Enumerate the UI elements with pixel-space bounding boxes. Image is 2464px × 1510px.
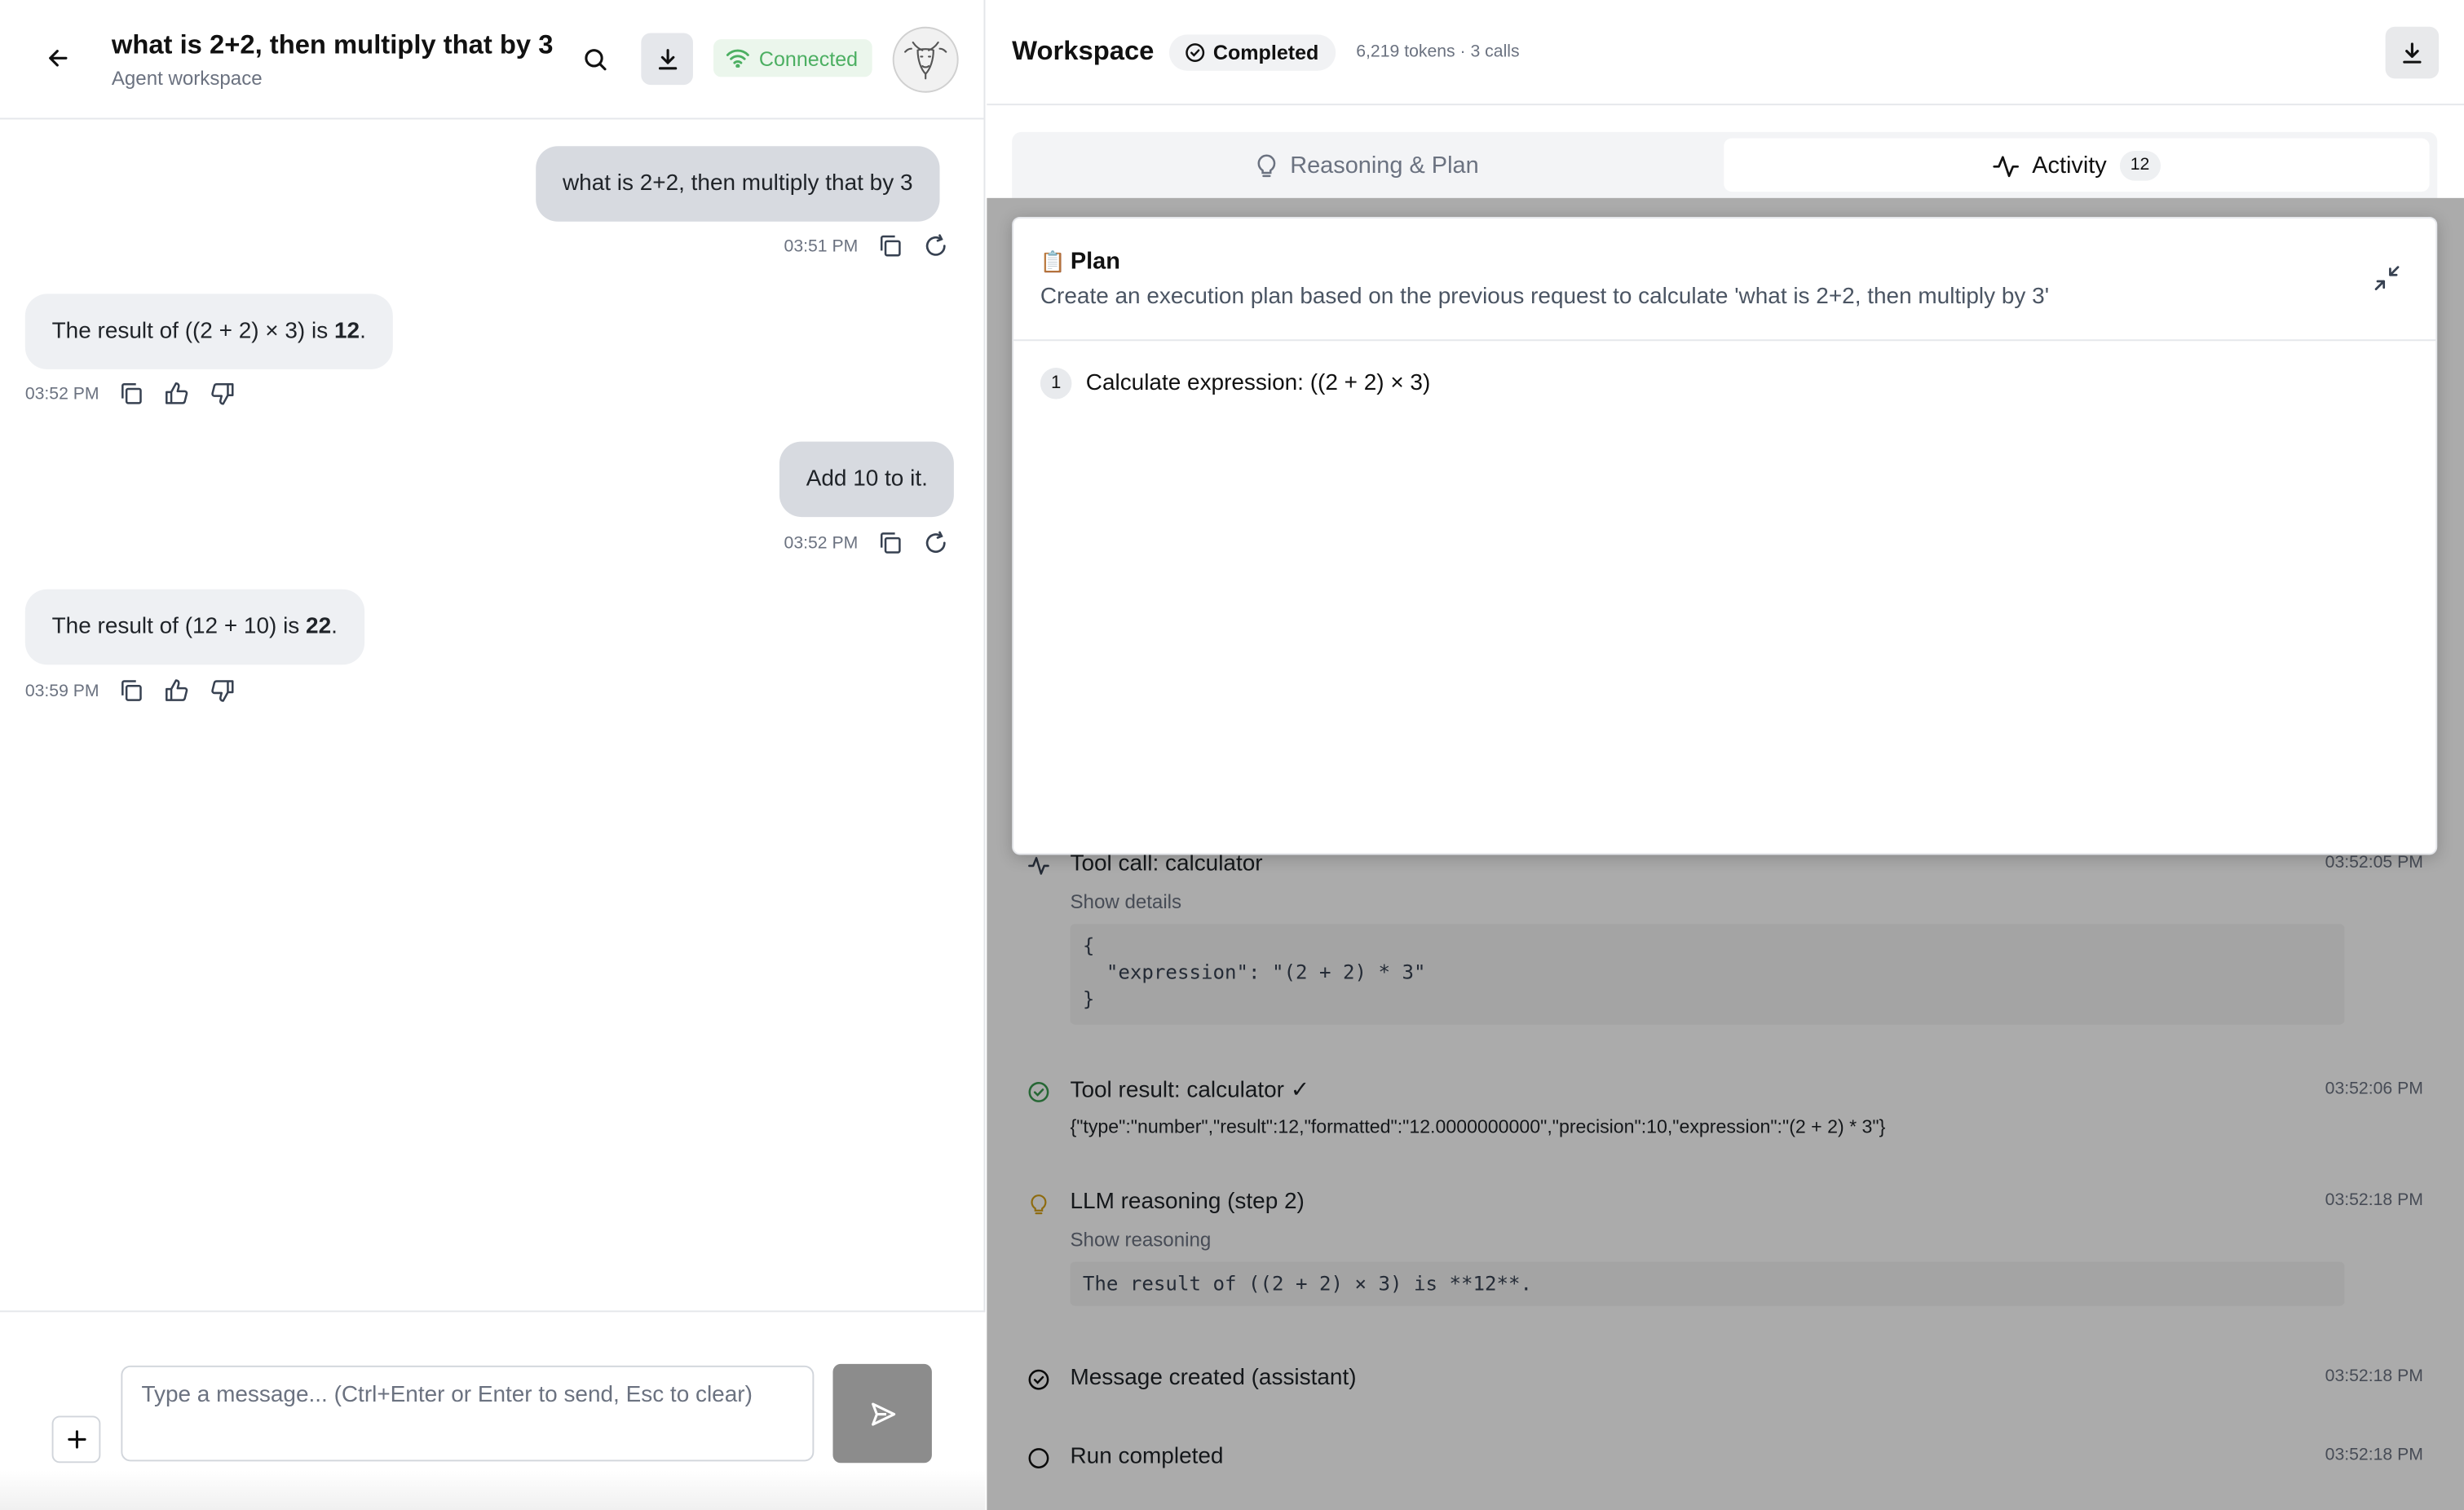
message-meta: 03:51 PM bbox=[784, 232, 950, 259]
message-input[interactable] bbox=[121, 1365, 815, 1462]
plan-step: 1 Calculate expression: ((2 + 2) × 3) bbox=[1040, 367, 1431, 400]
lightbulb-icon bbox=[1257, 154, 1276, 178]
copy-icon bbox=[880, 235, 901, 257]
step-text: Calculate expression: ((2 + 2) × 3) bbox=[1085, 370, 1431, 396]
message-text-suffix: . bbox=[360, 319, 366, 345]
user-message: what is 2+2, then multiply that by 3 bbox=[536, 146, 940, 222]
message-time: 03:52 PM bbox=[24, 384, 99, 404]
workspace-tabs: Reasoning & Plan Activity 12 bbox=[1012, 131, 2438, 198]
send-icon bbox=[871, 1402, 895, 1425]
retry-button[interactable] bbox=[922, 232, 949, 259]
chat-header: what is 2+2, then multiply that by 3 Age… bbox=[0, 0, 986, 120]
assistant-message: The result of ((2 + 2) × 3) is 12. bbox=[24, 294, 393, 369]
message-text: what is 2+2, then multiply that by 3 bbox=[562, 171, 913, 196]
message-result-value: 22 bbox=[306, 614, 332, 640]
check-circle-icon bbox=[1186, 43, 1205, 63]
goat-logo-icon bbox=[904, 41, 947, 80]
user-message: Add 10 to it. bbox=[779, 441, 955, 518]
download-icon bbox=[2403, 42, 2422, 63]
collapse-button[interactable] bbox=[2373, 264, 2401, 293]
copy-icon bbox=[121, 382, 142, 404]
run-status-label: Completed bbox=[1212, 41, 1319, 65]
send-button[interactable] bbox=[832, 1363, 932, 1464]
message-text-suffix: . bbox=[331, 614, 338, 640]
download-workspace-button[interactable] bbox=[2385, 26, 2440, 79]
workspace-title: Workspace bbox=[1012, 36, 1155, 66]
copy-icon bbox=[880, 532, 901, 554]
download-icon bbox=[657, 48, 677, 69]
tab-activity[interactable]: Activity 12 bbox=[1724, 138, 2430, 192]
arrow-left-icon bbox=[49, 50, 68, 67]
activity-icon bbox=[1993, 155, 2020, 177]
copy-button[interactable] bbox=[877, 232, 903, 259]
plan-header: 📋 Plan Create an execution plan based on… bbox=[1013, 219, 2436, 342]
clipboard-icon: 📋 bbox=[1040, 249, 1066, 273]
thumbs-down-icon bbox=[211, 680, 234, 702]
message-meta: 03:59 PM bbox=[25, 678, 236, 704]
copy-button[interactable] bbox=[118, 380, 145, 407]
copy-button[interactable] bbox=[877, 529, 903, 556]
tab-label: Reasoning & Plan bbox=[1290, 151, 1479, 179]
attach-button[interactable] bbox=[51, 1415, 101, 1464]
message-text-prefix: The result of (12 + 10) is bbox=[51, 614, 307, 640]
minimize-icon bbox=[2374, 266, 2400, 290]
refresh-icon bbox=[925, 234, 946, 256]
download-chat-button[interactable] bbox=[641, 33, 693, 86]
plan-title-text: Plan bbox=[1070, 248, 1120, 276]
connection-status-badge: Connected bbox=[713, 39, 872, 77]
back-button[interactable] bbox=[42, 42, 74, 74]
refresh-icon bbox=[925, 531, 946, 554]
assistant-message: The result of (12 + 10) is 22. bbox=[24, 589, 364, 665]
thumbs-up-icon bbox=[166, 679, 188, 701]
connection-status-label: Connected bbox=[758, 46, 859, 70]
search-icon bbox=[585, 49, 607, 71]
thumbs-down-button[interactable] bbox=[210, 380, 236, 407]
activity-count-badge: 12 bbox=[2119, 150, 2161, 180]
retry-button[interactable] bbox=[922, 529, 949, 556]
message-text: The result of (12 + 10) is 22. bbox=[52, 615, 338, 640]
message-time: 03:51 PM bbox=[784, 236, 859, 256]
message-time: 03:59 PM bbox=[24, 681, 99, 700]
thumbs-up-button[interactable] bbox=[164, 380, 191, 407]
thumbs-up-button[interactable] bbox=[164, 678, 191, 704]
message-text: The result of ((2 + 2) × 3) is 12. bbox=[52, 319, 366, 344]
message-meta: 03:52 PM bbox=[784, 529, 950, 556]
thumbs-up-icon bbox=[166, 382, 188, 404]
workspace-panel: Workspace Completed 6,219 tokens · 3 cal… bbox=[987, 0, 2464, 1510]
plus-icon bbox=[67, 1430, 86, 1449]
message-result-value: 12 bbox=[333, 319, 360, 345]
workspace-header: Workspace Completed 6,219 tokens · 3 cal… bbox=[987, 0, 2464, 106]
message-text: Add 10 to it. bbox=[806, 466, 928, 492]
plan-description: Create an execution plan based on the pr… bbox=[1040, 284, 2050, 310]
message-meta: 03:52 PM bbox=[25, 380, 236, 407]
step-number: 1 bbox=[1040, 367, 1072, 400]
thumbs-down-button[interactable] bbox=[210, 678, 236, 704]
thumbs-down-icon bbox=[211, 382, 234, 405]
plan-panel: 📋 Plan Create an execution plan based on… bbox=[1012, 216, 2438, 855]
run-status-badge: Completed bbox=[1168, 34, 1336, 71]
search-button[interactable] bbox=[576, 41, 614, 78]
tab-label: Activity bbox=[2032, 151, 2107, 179]
wifi-icon bbox=[726, 49, 749, 68]
plan-title: 📋 Plan bbox=[1040, 249, 1120, 276]
agent-avatar[interactable] bbox=[892, 26, 959, 93]
conversation-subtitle: Agent workspace bbox=[111, 67, 263, 90]
usage-stats: 6,219 tokens · 3 calls bbox=[1356, 42, 1520, 62]
copy-button[interactable] bbox=[118, 678, 145, 704]
conversation-title: what is 2+2, then multiply that by 3 bbox=[111, 29, 554, 60]
tab-reasoning-plan[interactable]: Reasoning & Plan bbox=[1012, 139, 1722, 192]
message-time: 03:52 PM bbox=[784, 533, 859, 553]
copy-icon bbox=[121, 680, 142, 701]
chat-panel: what is 2+2, then multiply that by 3 Age… bbox=[0, 0, 986, 1510]
message-text-prefix: The result of ((2 + 2) × 3) is bbox=[51, 319, 334, 345]
